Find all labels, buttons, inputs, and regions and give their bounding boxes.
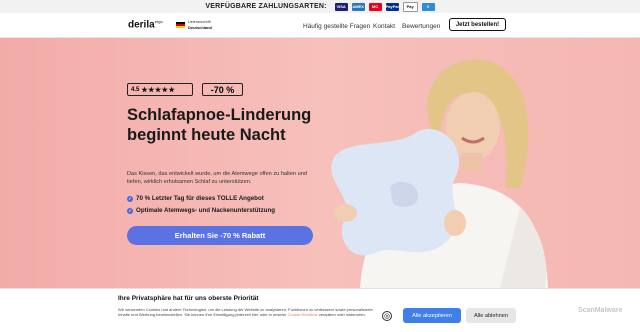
hero-section: 4.5 ★★★★★ -70 % Schlafapnoe-Linderung be… bbox=[0, 38, 640, 288]
discount-badge: -70 % bbox=[202, 83, 243, 96]
reject-all-button[interactable]: Alle ablehnen bbox=[466, 308, 516, 323]
supplier-line2: Deutschland bbox=[188, 25, 213, 30]
visa-icon: VISA bbox=[334, 2, 348, 11]
cookie-banner: Ihre Privatsphäre hat für uns oberste Pr… bbox=[0, 288, 640, 332]
nav-contact[interactable]: Kontakt bbox=[373, 23, 395, 30]
logo-sup: ergo bbox=[154, 19, 163, 24]
hero-headline: Schlafapnoe-Linderung beginnt heute Nach… bbox=[127, 106, 312, 144]
watermark: ScanMalware bbox=[578, 307, 623, 314]
accept-all-button[interactable]: Alle akzeptieren bbox=[403, 308, 461, 323]
cookie-title: Ihre Privatsphäre hat für uns oberste Pr… bbox=[118, 295, 259, 302]
nav-faq[interactable]: Häufig gestellte Fragen bbox=[303, 23, 370, 30]
payment-bar: VERFÜGBARE ZAHLUNGSARTEN: VISA AMEX MC P… bbox=[0, 0, 640, 13]
check-icon: ✓ bbox=[127, 195, 133, 202]
venmo-icon: V bbox=[421, 2, 435, 11]
hero-image bbox=[331, 59, 548, 288]
hero-subtext: Das Kissen, das entwickelt wurde, um die… bbox=[127, 171, 307, 185]
supplier-info: Lieferanschrift Deutschland bbox=[188, 20, 212, 31]
paypal-icon: PayPal bbox=[385, 2, 399, 11]
benefit-item: ✓ 70 % Letzter Tag für dieses TOLLE Ange… bbox=[127, 195, 264, 202]
get-discount-button[interactable]: Erhalten Sie -70 % Rabatt bbox=[127, 226, 313, 245]
amex-icon: AMEX bbox=[351, 2, 365, 11]
nav-reviews[interactable]: Bewertungen bbox=[402, 23, 440, 30]
logo[interactable]: derilaergo bbox=[128, 19, 163, 30]
apple-pay-icon: Pay bbox=[402, 1, 418, 12]
logo-text: derila bbox=[128, 19, 155, 31]
star-icon: ★★★★★ bbox=[141, 86, 176, 94]
cookie-policy-link[interactable]: Cookie-Richtlinie bbox=[288, 312, 318, 317]
order-now-button[interactable]: Jetzt bestellen! bbox=[449, 18, 506, 31]
benefit-item: ✓ Optimale Atemwegs- und Nackenunterstüt… bbox=[127, 207, 275, 214]
mastercard-icon: MC bbox=[368, 2, 382, 11]
rating-badge: 4.5 ★★★★★ bbox=[127, 83, 193, 96]
check-icon: ✓ bbox=[127, 207, 133, 214]
cookie-body-end: verwalten oder widerrufen. bbox=[318, 312, 366, 317]
germany-flag-icon bbox=[176, 22, 185, 28]
rating-value: 4.5 bbox=[131, 86, 140, 93]
cookie-text: Wir verwenden Cookies und andere Technol… bbox=[118, 307, 380, 317]
benefit-text: Optimale Atemwegs- und Nackenunterstützu… bbox=[136, 207, 276, 214]
site-header: derilaergo Lieferanschrift Deutschland H… bbox=[0, 13, 640, 38]
payment-label: VERFÜGBARE ZAHLUNGSARTEN: bbox=[205, 3, 327, 10]
fingerprint-icon[interactable]: ◎ bbox=[382, 311, 392, 321]
benefit-text: 70 % Letzter Tag für dieses TOLLE Angebo… bbox=[136, 195, 264, 202]
